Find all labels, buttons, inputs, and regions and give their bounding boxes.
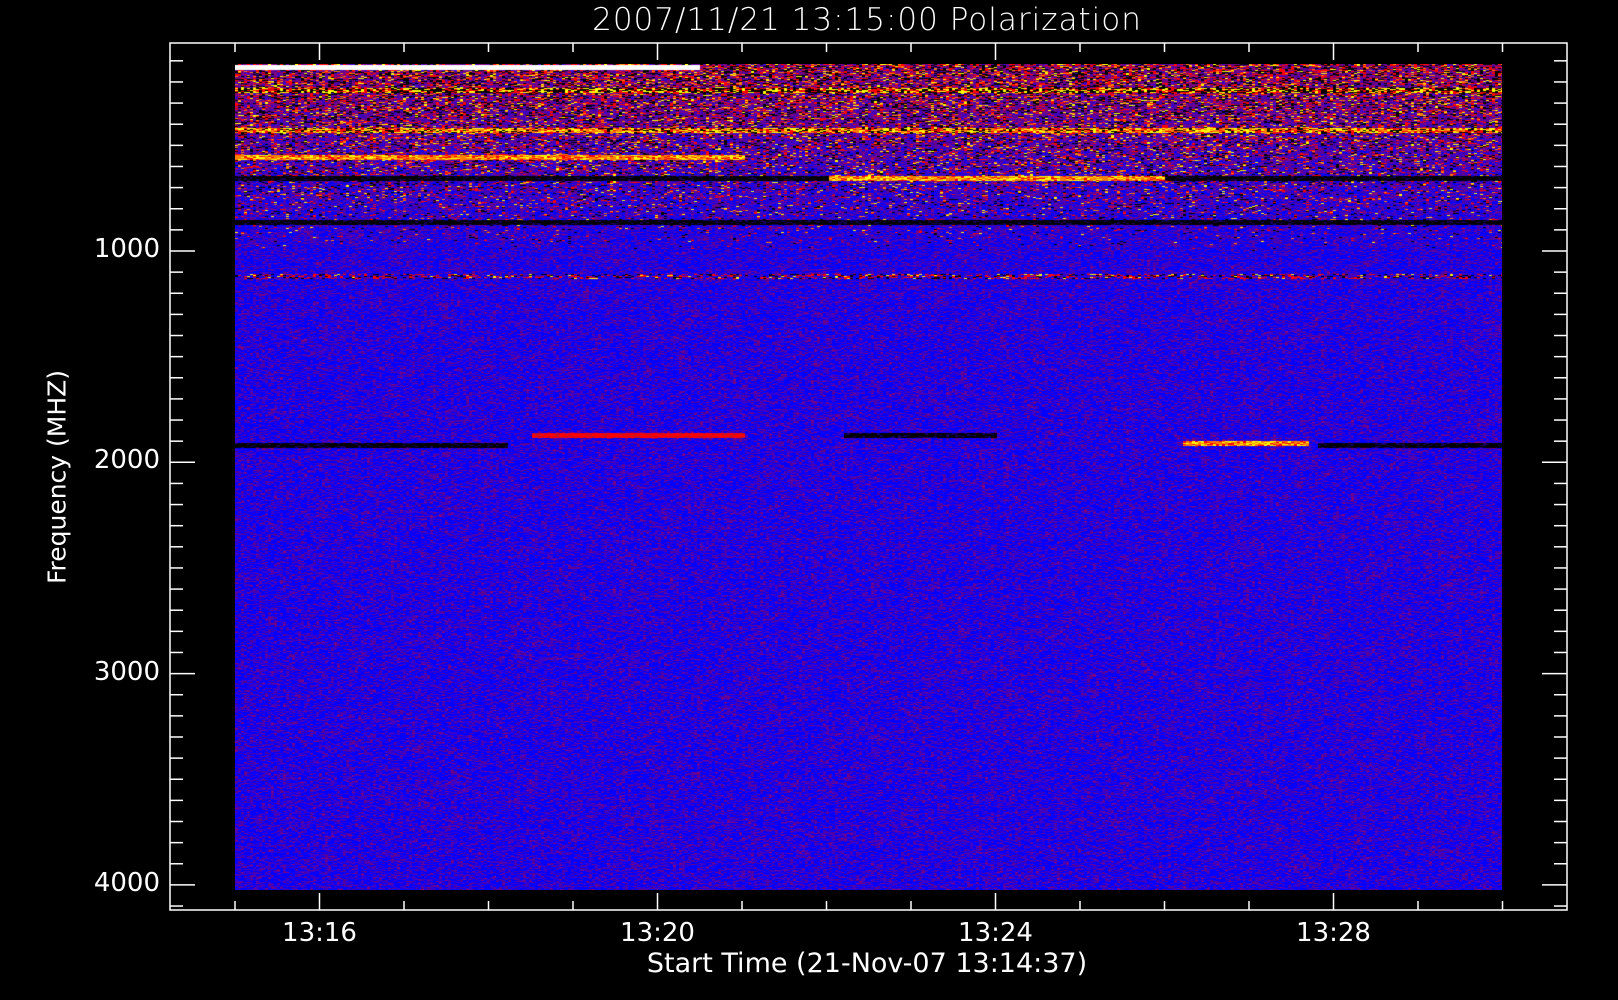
y-tick-label: 1000 xyxy=(93,234,160,264)
y-axis-label: Frequency (MHZ) xyxy=(42,369,72,585)
plot-border xyxy=(169,42,1568,911)
x-tick-label: 13:24 xyxy=(958,918,1033,948)
y-tick-label: 2000 xyxy=(93,445,160,476)
x-axis-label: Start Time (21-Nov-07 13:14:37) xyxy=(646,948,1088,979)
x-tick-label: 13:20 xyxy=(620,918,695,948)
x-tick-label: 13:28 xyxy=(1296,918,1371,948)
x-tick-label: 13:16 xyxy=(282,918,357,948)
axes-frame xyxy=(169,42,1568,911)
y-tick-label: 3000 xyxy=(93,656,160,687)
y-tick-label: 4000 xyxy=(93,867,160,898)
